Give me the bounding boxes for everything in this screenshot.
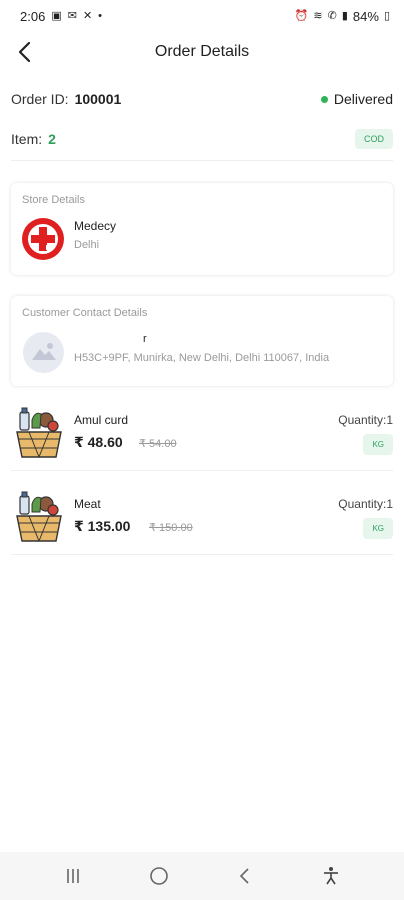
gallery-notification-icon: ▣: [51, 9, 62, 22]
store-logo-icon: [22, 218, 64, 260]
product-price: ₹ 135.00: [74, 518, 131, 534]
product-original-price: ₹ 150.00: [149, 522, 193, 534]
status-dot-icon: [320, 95, 328, 103]
app-bar: Order Details: [0, 34, 404, 72]
status-bar: 2:06 ▣ ✉ ✕ • ⏰ ≋ ✆ ▮ 84% ▯: [0, 0, 404, 32]
status-right: ⏰ ≋ ✆ ▮ 84% ▯: [295, 9, 390, 24]
order-id-label: Order ID:: [11, 91, 69, 107]
signal-icon: ▮: [341, 9, 348, 22]
image-placeholder-icon: [32, 343, 56, 360]
product-name: Amul curd: [74, 413, 129, 427]
store-section-title: Store Details: [22, 194, 85, 206]
customer-section-title: Customer Contact Details: [22, 307, 148, 319]
missed-call-icon: ✕: [82, 9, 93, 22]
recent-apps-icon: [67, 869, 79, 883]
grocery-basket-icon: [16, 491, 62, 542]
product-quantity: Quantity:1: [338, 497, 393, 511]
item-count-group: Item: 2: [11, 131, 56, 147]
grocery-basket-icon: [16, 407, 62, 458]
accessibility-button[interactable]: [311, 856, 351, 896]
item-label: Item:: [11, 131, 43, 147]
divider: [11, 554, 393, 555]
item-count-row: Item: 2 COD: [11, 128, 393, 150]
order-id-group: Order ID: 100001: [11, 91, 121, 107]
customer-address: H53C+9PF, Munirka, New Delhi, Delhi 1100…: [74, 352, 330, 364]
product-price: ₹ 48.60: [74, 434, 123, 450]
product-unit-badge: KG: [363, 518, 393, 539]
accessibility-icon: [324, 867, 338, 885]
divider: [11, 470, 393, 471]
wifi-icon: ≋: [313, 9, 323, 22]
order-id-value: 100001: [74, 91, 122, 107]
system-back-button[interactable]: [225, 856, 265, 896]
alarm-icon: ⏰: [294, 9, 309, 22]
battery-level: 84%: [352, 8, 379, 24]
divider: [11, 160, 393, 161]
status-left: 2:06 ▣ ✉ ✕ •: [20, 9, 102, 24]
battery-icon: ▯: [383, 9, 390, 22]
order-item: Meat ₹ 135.00 ₹ 150.00 Quantity:1 KG: [11, 484, 393, 558]
call-icon: ✆: [327, 9, 337, 22]
item-count-value: 2: [48, 131, 56, 147]
store-details-card: Store Details Medecy Delhi: [11, 183, 393, 275]
order-status-text: Delivered: [333, 91, 393, 107]
store-name: Medecy: [74, 219, 117, 233]
recent-apps-button[interactable]: [53, 856, 93, 896]
product-quantity: Quantity:1: [338, 413, 393, 427]
order-item: Amul curd ₹ 48.60 ₹ 54.00 Quantity:1 KG: [11, 400, 393, 474]
product-original-price: ₹ 54.00: [139, 438, 177, 450]
store-city: Delhi: [74, 239, 100, 251]
customer-contact-card: Customer Contact Details r H53C+9PF, Mun…: [11, 296, 393, 386]
product-unit-badge: KG: [363, 434, 393, 455]
order-id-row: Order ID: 100001 Delivered: [11, 88, 393, 110]
more-notifications-icon: •: [98, 9, 103, 22]
customer-name: r: [143, 333, 147, 345]
home-circle-icon: [150, 867, 168, 885]
customer-avatar: [23, 332, 64, 373]
status-time: 2:06: [20, 8, 46, 24]
product-name: Meat: [74, 497, 101, 511]
payment-method-badge: COD: [355, 129, 393, 149]
page-title: Order Details: [154, 43, 250, 60]
mail-notification-icon: ✉: [67, 9, 77, 22]
system-nav-bar: [0, 852, 404, 900]
home-button[interactable]: [139, 856, 179, 896]
back-chevron-icon: [239, 868, 249, 884]
order-status: Delivered: [320, 91, 393, 107]
